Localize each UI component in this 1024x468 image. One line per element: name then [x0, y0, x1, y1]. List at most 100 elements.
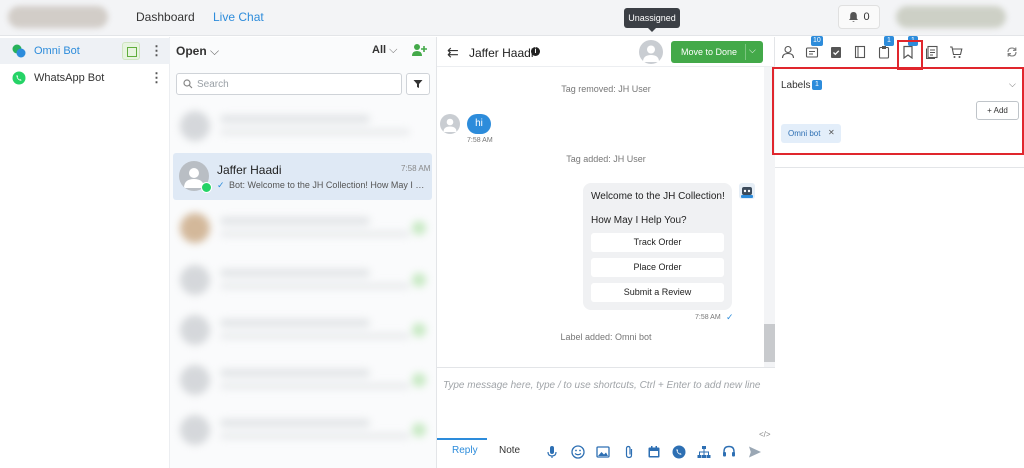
sidebar-item-label: WhatsApp Bot: [34, 72, 105, 84]
label-chip-text: Omni bot: [788, 129, 821, 138]
read-check-icon: ✓: [217, 180, 225, 190]
system-message: Tag removed: JH User: [561, 84, 651, 94]
notifications-count: 0: [863, 11, 870, 23]
labels-section-title: Labels: [781, 80, 811, 91]
emoji-icon[interactable]: [571, 445, 585, 459]
whatsapp-icon: [12, 71, 26, 85]
list-item[interactable]: [176, 309, 432, 351]
read-check-icon: ✓: [726, 312, 734, 322]
user-icon: [443, 118, 457, 132]
tab-note[interactable]: Note: [499, 445, 520, 456]
chevron-down-icon: ⌵: [389, 44, 398, 56]
nav-live-chat[interactable]: Live Chat: [213, 10, 264, 24]
notes-icon[interactable]: [805, 45, 819, 59]
bot-message-line: How May I Help You?: [591, 215, 687, 226]
bot-avatar-icon: [739, 183, 755, 199]
attachment-icon[interactable]: [622, 445, 636, 459]
conversation-list: Open ⌵ All ⌵ Search Jaffer Haadi 7:58 AM…: [170, 37, 437, 468]
filter-icon: [413, 80, 423, 88]
flow-icon[interactable]: [697, 445, 711, 459]
tab-reply[interactable]: Reply: [452, 445, 478, 456]
list-item[interactable]: [176, 207, 432, 249]
notifications-button[interactable]: 0: [838, 5, 880, 29]
label-chip: Omni bot ✕: [781, 124, 841, 143]
sidebar-item-omni-bot[interactable]: Omni Bot ⋮: [0, 38, 170, 64]
more-options-icon[interactable]: ⋮: [150, 70, 163, 86]
chat-scrollbar-thumb[interactable]: [764, 324, 775, 362]
workspace-switcher[interactable]: [8, 6, 108, 28]
conversation-item-selected[interactable]: Jaffer Haadi 7:58 AM ✓ Bot: Welcome to t…: [173, 153, 432, 200]
search-placeholder: Search: [197, 79, 229, 90]
quick-reply-place-order[interactable]: Place Order: [591, 258, 724, 277]
message-input[interactable]: Type message here, type / to use shortcu…: [443, 380, 760, 391]
bot-message-line: Welcome to the JH Collection!: [591, 191, 725, 202]
filter-button[interactable]: [406, 73, 430, 95]
contact-name: Jaffer Haadi: [217, 163, 282, 177]
add-label-button[interactable]: + Add: [976, 101, 1019, 120]
chat-contact-name: Jaffer Haadi: [469, 46, 534, 60]
assignee-filter-dropdown[interactable]: All ⌵: [372, 44, 397, 57]
assignee-avatar[interactable]: [639, 40, 663, 64]
message-time: 7:58 AM: [467, 137, 493, 144]
bot-sidebar: Omni Bot ⋮ WhatsApp Bot ⋮: [0, 37, 170, 468]
nav-dashboard[interactable]: Dashboard: [136, 10, 195, 24]
status-filter-dropdown[interactable]: Open ⌵: [176, 44, 219, 59]
bot-message: Welcome to the JH Collection! How May I …: [583, 183, 732, 310]
task-icon[interactable]: [829, 45, 843, 59]
layout-toggle-button[interactable]: [122, 42, 140, 60]
assignee-tooltip: Unassigned: [624, 8, 680, 32]
info-icon[interactable]: i: [531, 47, 540, 56]
add-contact-icon[interactable]: [411, 43, 427, 57]
labels-count: 1: [812, 80, 822, 90]
cart-icon[interactable]: [949, 45, 963, 59]
whatsapp-icon: [201, 182, 212, 193]
system-message: Label added: Omni bot: [560, 332, 652, 342]
search-input[interactable]: Search: [176, 73, 402, 95]
headset-icon[interactable]: [722, 445, 736, 459]
bell-icon: [849, 12, 859, 22]
tasks-count-badge: 1: [884, 36, 894, 46]
list-item[interactable]: [176, 409, 432, 451]
documents-icon[interactable]: [925, 45, 939, 59]
chevron-down-icon: ⌵: [210, 44, 220, 58]
top-bar: Dashboard Live Chat 0: [0, 0, 1024, 36]
code-icon[interactable]: </>: [759, 430, 771, 439]
list-item[interactable]: [176, 259, 432, 301]
move-to-done-button[interactable]: Move to Done ⌵: [671, 41, 763, 63]
message-preview: Bot: Welcome to the JH Collection! How M…: [229, 180, 429, 190]
bookmark-tab-highlight: [897, 40, 923, 70]
incoming-message: hi: [467, 114, 491, 134]
whatsapp-icon[interactable]: [672, 445, 686, 459]
avatar: [440, 114, 460, 134]
more-options-icon[interactable]: ⋮: [150, 43, 163, 59]
chevron-down-icon[interactable]: ⌵: [1009, 79, 1016, 90]
image-icon[interactable]: [596, 445, 610, 459]
omni-bot-icon: [12, 44, 26, 58]
user-menu[interactable]: [896, 6, 1006, 28]
notes-count-badge: 10: [811, 36, 823, 46]
contact-icon[interactable]: [781, 45, 795, 59]
message-time: 7:58 AM: [401, 164, 431, 173]
calendar-icon[interactable]: [647, 445, 661, 459]
system-message: Tag added: JH User: [566, 154, 646, 164]
details-panel: 10 1 1 Labels 1 ⌵ + Add Omni bot ✕: [772, 36, 1024, 468]
chat-header: ⇇ Jaffer Haadi i Move to Done ⌵: [437, 37, 775, 67]
clipboard-icon[interactable]: [877, 45, 891, 59]
list-item[interactable]: [176, 105, 432, 147]
book-icon[interactable]: [853, 45, 867, 59]
sidebar-item-whatsapp-bot[interactable]: WhatsApp Bot ⋮: [0, 65, 170, 91]
chevron-down-icon[interactable]: ⌵: [749, 45, 756, 56]
microphone-icon[interactable]: [545, 445, 559, 459]
message-composer[interactable]: Type message here, type / to use shortcu…: [437, 367, 775, 468]
sidebar-item-label: Omni Bot: [34, 45, 80, 57]
refresh-icon[interactable]: [1005, 45, 1019, 59]
collapse-list-icon[interactable]: ⇇: [447, 44, 459, 61]
chat-panel: ⇇ Jaffer Haadi i Move to Done ⌵ Tag remo…: [437, 37, 775, 468]
remove-label-icon[interactable]: ✕: [828, 128, 835, 137]
send-icon[interactable]: [748, 445, 762, 459]
quick-reply-track-order[interactable]: Track Order: [591, 233, 724, 252]
user-icon: [643, 45, 659, 62]
list-item[interactable]: [176, 359, 432, 401]
quick-reply-submit-review[interactable]: Submit a Review: [591, 283, 724, 302]
search-icon: [183, 79, 193, 89]
